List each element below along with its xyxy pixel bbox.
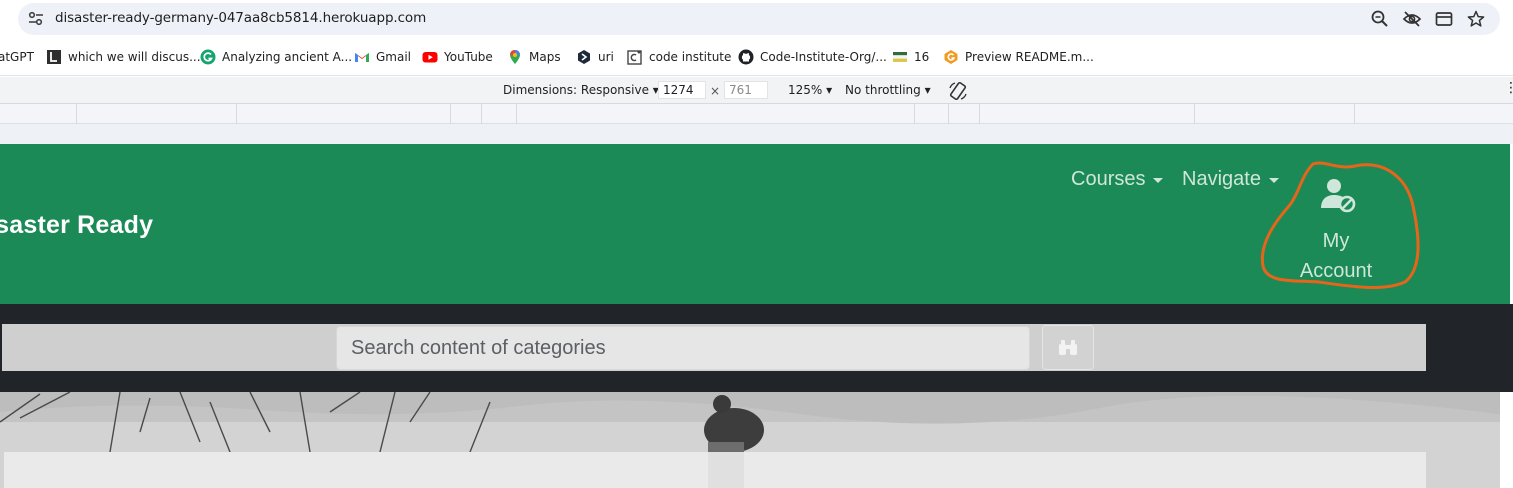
- bookmark-item[interactable]: YouTube: [422, 48, 493, 66]
- search-input[interactable]: Search content of categories: [336, 326, 1030, 370]
- bookmarks-bar: atGPT which we will discus... Analyzing …: [0, 38, 1513, 76]
- site-brand[interactable]: isaster Ready: [0, 211, 153, 240]
- grammarly-icon: [200, 49, 216, 65]
- uri-icon: [578, 50, 590, 64]
- bookmark-item[interactable]: Gmail: [354, 48, 411, 66]
- search-placeholder: Search content of categories: [351, 336, 606, 359]
- throttling-dropdown[interactable]: No throttling ▾: [845, 83, 931, 97]
- caret-down-icon: [1153, 178, 1164, 183]
- zoom-icon[interactable]: [1370, 9, 1390, 29]
- flag-icon: [893, 52, 907, 62]
- code-institute-icon: [627, 50, 642, 65]
- bookmark-item[interactable]: uri: [576, 48, 614, 66]
- github-icon: [738, 49, 754, 65]
- bookmark-l-icon: [47, 50, 61, 64]
- eye-off-icon[interactable]: [1402, 9, 1422, 29]
- bookmark-item[interactable]: Code-Institute-Org/...: [738, 48, 887, 66]
- search-button[interactable]: [1042, 325, 1094, 370]
- nav-courses-dropdown[interactable]: Courses: [1071, 168, 1164, 191]
- bookmark-item[interactable]: Preview README.m...: [943, 48, 1094, 66]
- preview-icon: [944, 50, 958, 64]
- youtube-icon: [422, 52, 438, 63]
- media-query-ruler: [0, 104, 1513, 124]
- viewport-edge: [1500, 392, 1513, 488]
- bookmark-item[interactable]: code institute: [627, 48, 731, 66]
- height-input[interactable]: 761: [724, 81, 768, 99]
- dimension-separator: ×: [710, 84, 721, 98]
- zoom-dropdown[interactable]: 125% ▾: [788, 83, 832, 97]
- width-input[interactable]: 1274: [658, 81, 706, 99]
- dimensions-dropdown[interactable]: Dimensions: Responsive ▾: [503, 83, 659, 97]
- bookmark-item[interactable]: Maps: [507, 48, 561, 66]
- gmail-icon: [355, 53, 369, 62]
- more-options-icon[interactable]: ⋮: [1504, 80, 1513, 96]
- content-card: [4, 452, 1426, 488]
- tab-panel-icon[interactable]: [1434, 9, 1454, 29]
- bookmark-item[interactable]: 16: [892, 48, 929, 66]
- annotation-circle: [1260, 161, 1420, 289]
- bookmark-item[interactable]: Analyzing ancient A...: [200, 48, 352, 66]
- size-ruler: [0, 124, 1513, 144]
- bookmark-item[interactable]: atGPT: [0, 48, 34, 66]
- site-settings-icon[interactable]: [28, 9, 44, 29]
- binoculars-icon: [1059, 339, 1077, 355]
- maps-icon: [510, 50, 520, 64]
- star-icon[interactable]: [1466, 9, 1486, 29]
- rotate-icon[interactable]: [948, 81, 968, 101]
- device-toolbar: Dimensions: Responsive ▾ 1274 × 761 125%…: [0, 77, 1513, 104]
- url-text[interactable]: disaster-ready-germany-047aa8cb5814.hero…: [55, 10, 426, 26]
- bookmark-item[interactable]: which we will discus...: [46, 48, 201, 66]
